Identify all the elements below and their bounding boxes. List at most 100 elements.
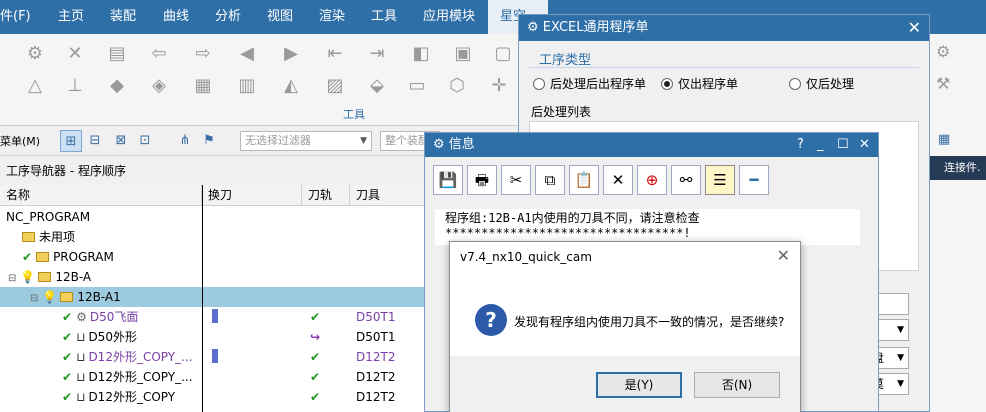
row-name: PROGRAM [53, 250, 114, 264]
move-left-icon[interactable]: ⇤ [322, 42, 348, 66]
row-tool: D12T2 [356, 350, 396, 364]
menu-analysis[interactable]: 分析 [203, 0, 253, 34]
radio-icon [789, 78, 801, 90]
solid-icon[interactable]: ◈ [146, 74, 172, 98]
menu-tools[interactable]: 工具 [359, 0, 409, 34]
check-icon: ✔ [62, 390, 73, 404]
right-panel: ⚙ ⚒ ▦ 连接件. [930, 34, 986, 412]
copy-icon[interactable]: ⧉ [535, 165, 565, 195]
chevron-down-icon: ▼ [897, 325, 904, 335]
radio-label: 仅出程序单 [678, 77, 739, 91]
delete-icon[interactable]: ✕ [603, 165, 633, 195]
minimize-icon[interactable]: _ [817, 133, 824, 157]
hexagon-icon[interactable]: ⬡ [444, 74, 470, 98]
question-icon: ? [475, 304, 507, 336]
save-icon[interactable]: 💾 [433, 165, 463, 195]
menu-home[interactable]: 主页 [46, 0, 96, 34]
radio-list-only[interactable]: 仅出程序单 [661, 75, 738, 92]
collapse-icon[interactable]: ━ [739, 165, 769, 195]
excel-dialog-titlebar[interactable]: ⚙ EXCEL通用程序单 ✕ [519, 15, 929, 41]
radio-label: 仅后处理 [806, 77, 855, 91]
radio-post-and-list[interactable]: 后处理后出程序单 [533, 75, 646, 92]
menu-button[interactable]: 菜单(M) [0, 133, 40, 149]
col-toolpath[interactable]: 刀轨 [302, 185, 350, 206]
col-tool-change[interactable]: 换刀 [202, 185, 302, 206]
contour-icon: ⊔ [76, 390, 86, 404]
arrow-right-icon[interactable]: ⇨ [190, 42, 216, 66]
paste-icon[interactable]: 📋 [569, 165, 599, 195]
crosshair-icon[interactable]: ⊕ [637, 165, 667, 195]
cross-icon[interactable]: ✕ [62, 42, 88, 66]
stack-icon[interactable]: ▥ [234, 74, 260, 98]
print-icon[interactable]: 🖶 [467, 165, 497, 195]
row-name: D12外形_COPY_... [88, 350, 193, 364]
square-icon[interactable]: ▢ [490, 42, 516, 66]
info-dialog-titlebar[interactable]: ⚙ 信息 ? _ ☐ ✕ [425, 133, 878, 157]
arrow-left-bold-icon[interactable]: ◀ [234, 42, 260, 66]
arrow-right-bold-icon[interactable]: ▶ [278, 42, 304, 66]
filter-tool-icon[interactable]: ⋔ [174, 130, 196, 152]
frame-icon[interactable]: ▨ [322, 74, 348, 98]
menu-render[interactable]: 渲染 [307, 0, 357, 34]
arrow-left-icon[interactable]: ⇦ [146, 42, 172, 66]
close-icon[interactable]: ✕ [908, 15, 921, 41]
doc-icon[interactable]: ▤ [104, 42, 130, 66]
abs-icon[interactable]: ⚙ [22, 42, 48, 66]
part-icon[interactable]: ◭ [278, 74, 304, 98]
wrap-text-icon[interactable]: ☰ [705, 165, 735, 195]
radio-icon [533, 78, 545, 90]
column-divider[interactable] [202, 185, 203, 412]
machine-tool-view-icon[interactable]: ⊟ [84, 130, 106, 152]
menu-assembly[interactable]: 装配 [98, 0, 148, 34]
cog-icon[interactable]: ⚒ [936, 74, 950, 93]
move-right-icon[interactable]: ⇥ [364, 42, 390, 66]
cut-icon[interactable]: ✂ [501, 165, 531, 195]
menu-app-modules[interactable]: 应用模块 [411, 0, 487, 34]
program-order-view-icon[interactable]: ⊞ [60, 130, 82, 152]
eraser-icon[interactable]: ◆ [104, 74, 130, 98]
stamp-icon[interactable]: ⊥ [62, 74, 88, 98]
maximize-icon[interactable]: ☐ [837, 133, 849, 157]
cube-icon[interactable]: ◧ [408, 42, 434, 66]
connector-tab[interactable]: 连接件. [930, 156, 986, 180]
cone-icon[interactable]: △ [22, 74, 48, 98]
block-icon[interactable]: ▦ [190, 74, 216, 98]
confirm-message: 发现有程序组内使用刀具不一致的情况，是否继续? [514, 315, 785, 329]
no-button[interactable]: 否(N) [694, 372, 780, 398]
menu-view[interactable]: 视图 [255, 0, 305, 34]
row-name: 未用项 [39, 230, 76, 244]
rectangle-icon[interactable]: ▭ [404, 74, 430, 98]
filter-type-icon[interactable]: ⚑ [198, 130, 220, 152]
check-icon: ✔ [22, 250, 33, 264]
info-line: *********************************! [445, 226, 691, 240]
ribbon-group-label: 工具 [343, 108, 365, 121]
gear-icon[interactable]: ⚙ [936, 42, 950, 61]
layout-icon[interactable]: ▦ [938, 132, 950, 147]
radio-post-only[interactable]: 仅后处理 [789, 75, 854, 92]
text-field[interactable] [877, 293, 909, 315]
close-icon[interactable]: ✕ [859, 133, 870, 157]
collapse-icon[interactable]: ⊟ [8, 273, 16, 284]
toolpath-ok-icon: ✔ [310, 310, 321, 324]
menu-curve[interactable]: 曲线 [151, 0, 201, 34]
help-icon[interactable]: ? [797, 133, 804, 157]
selection-filter-combo[interactable]: 无选择过滤器 ▼ [240, 131, 372, 151]
collapse-icon[interactable]: ⊟ [30, 293, 38, 304]
tool-change-icon [212, 309, 218, 323]
blob-icon[interactable]: ⬙ [364, 74, 390, 98]
contour-icon: ⊔ [76, 350, 86, 364]
binoculars-icon[interactable]: ⚯ [671, 165, 701, 195]
confirm-dialog-body: ? 发现有程序组内使用刀具不一致的情况，是否继续? [450, 272, 800, 356]
geometry-view-icon[interactable]: ⊠ [110, 130, 132, 152]
pin-icon[interactable]: ✛ [486, 74, 512, 98]
row-name: D50飞面 [89, 310, 139, 324]
radio-label: 后处理后出程序单 [550, 77, 647, 91]
col-name[interactable]: 名称 [0, 185, 202, 206]
method-view-icon[interactable]: ⊡ [134, 130, 156, 152]
menu-file[interactable]: 件(F) [0, 0, 44, 34]
face-mill-icon: ⚙ [76, 310, 87, 324]
yes-button[interactable]: 是(Y) [596, 372, 682, 398]
box-icon[interactable]: ▣ [450, 42, 476, 66]
info-text-area[interactable]: 程序组:12B-A1内使用的刀具不同，请注意检查 ***************… [435, 209, 860, 245]
close-icon[interactable]: ✕ [777, 246, 790, 265]
